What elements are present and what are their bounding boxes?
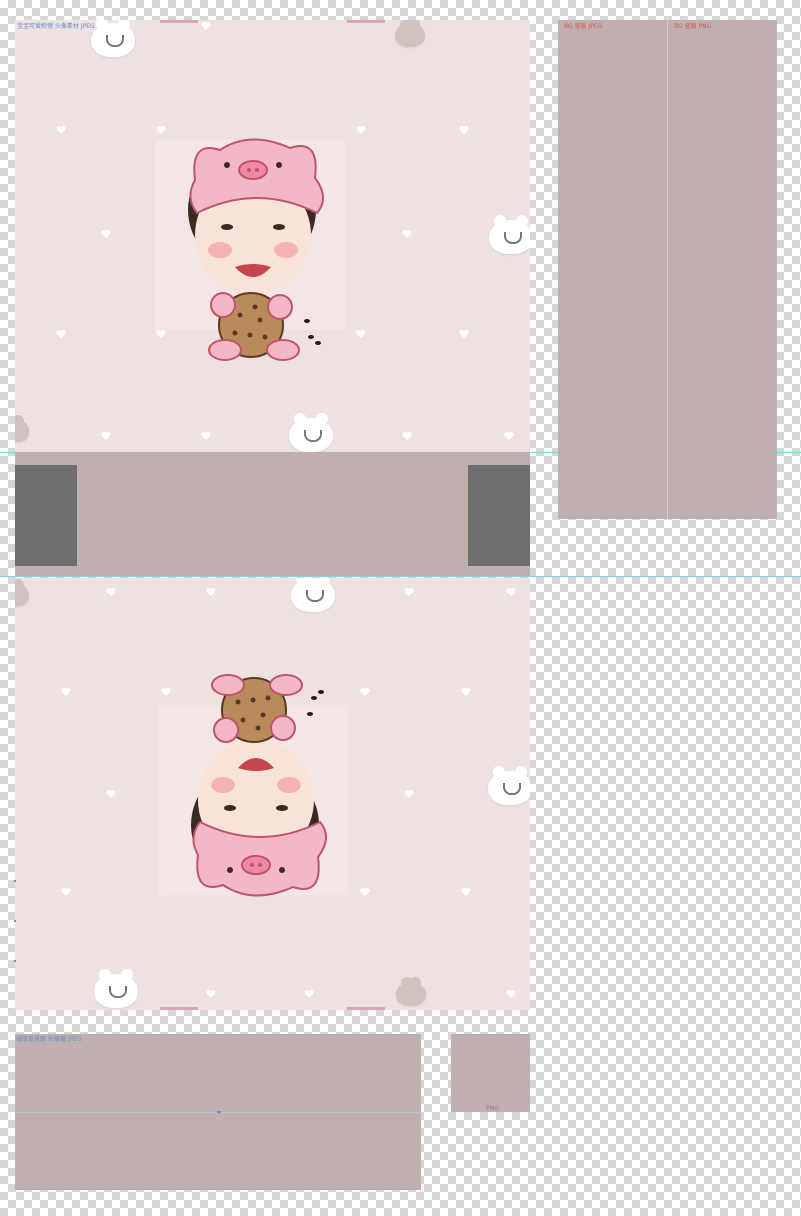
artboard-bottom-square[interactable]: PNG bbox=[451, 1034, 530, 1112]
dark-block-left bbox=[15, 465, 77, 566]
right-panel-label-1: BG 竖版 JPEG bbox=[564, 23, 603, 30]
bottom-square-label: PNG bbox=[486, 1105, 499, 1112]
vertical-guide bbox=[667, 20, 668, 519]
artboard-top[interactable]: 宝宝可爱粉猪 头像素材 JPEG bbox=[15, 20, 530, 452]
artboard-bottom-flipped[interactable] bbox=[15, 578, 530, 1010]
baby-pig-sticker-flipped bbox=[158, 674, 348, 897]
baby-pig-sticker bbox=[155, 138, 345, 361]
center-marker bbox=[217, 1111, 221, 1113]
artboard-right-vertical[interactable]: BG 竖版 JPEG BG 竖版 PNG bbox=[558, 20, 777, 519]
dark-block-right bbox=[468, 465, 530, 566]
right-panel-label-2: BG 竖版 PNG bbox=[674, 23, 712, 30]
ruler-tick bbox=[14, 920, 16, 922]
bottom-banner-label: 横版背景图 长横幅 JPEG bbox=[16, 1036, 82, 1043]
artboard-middle-band[interactable] bbox=[15, 452, 530, 576]
artboard-bottom-banner[interactable]: 横版背景图 长横幅 JPEG bbox=[15, 1034, 421, 1190]
ruler-tick bbox=[14, 880, 16, 882]
horizontal-guide-bottom[interactable] bbox=[0, 576, 801, 577]
ruler-tick bbox=[14, 960, 16, 962]
